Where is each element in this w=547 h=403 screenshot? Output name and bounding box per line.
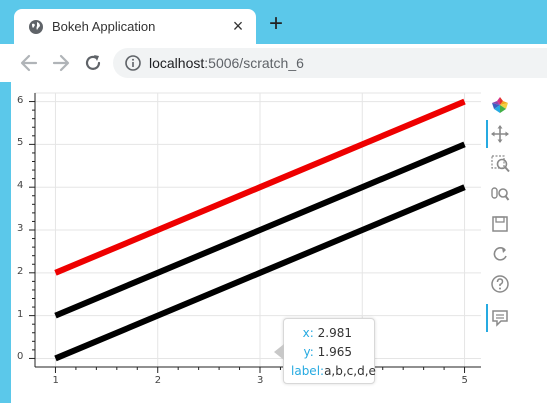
y-tick-label: 0: [17, 351, 24, 363]
box-zoom-icon[interactable]: [490, 154, 510, 174]
y-tick-label: 4: [17, 180, 24, 192]
bokeh-plot[interactable]: 123450123456: [11, 82, 547, 403]
globe-icon: [29, 20, 43, 34]
y-tick-label: 5: [17, 137, 24, 149]
x-tick-label: 5: [461, 375, 468, 386]
y-tick-label: 1: [17, 308, 24, 320]
pan-icon[interactable]: [490, 124, 510, 144]
y-tick-label: 3: [17, 223, 24, 234]
tooltip-key: y:: [303, 345, 314, 359]
tooltip-row-y: y: 1.965: [304, 345, 352, 359]
tooltip-key: x:: [302, 326, 314, 340]
window-edge: [0, 82, 11, 403]
wheel-zoom-icon[interactable]: [490, 184, 510, 204]
browser-tab-strip: Bokeh Application × +: [0, 0, 547, 44]
browser-toolbar: localhost:5006/scratch_6: [0, 44, 547, 82]
info-icon[interactable]: [125, 55, 141, 71]
tooltip-value: a,b,c,d,e: [324, 364, 376, 378]
tab-title: Bokeh Application: [52, 19, 156, 34]
url-text: localhost:5006/scratch_6: [149, 55, 304, 71]
hover-tooltip: x: 2.981 y: 1.965 label:a,b,c,d,e: [274, 318, 376, 384]
back-arrow-icon[interactable]: [18, 52, 40, 74]
browser-tab[interactable]: Bokeh Application ×: [14, 9, 256, 44]
y-tick-label: 6: [17, 94, 24, 106]
hover-icon[interactable]: [490, 308, 510, 328]
help-icon[interactable]: [490, 274, 510, 294]
x-tick-label: 1: [52, 375, 59, 386]
active-tool-indicator: [486, 120, 488, 148]
url-host: localhost: [149, 55, 205, 71]
tooltip-value: 2.981: [317, 326, 352, 340]
close-tab-icon[interactable]: ×: [228, 16, 248, 36]
url-path: :5006/scratch_6: [204, 55, 304, 71]
bokeh-logo-icon[interactable]: [490, 95, 510, 115]
new-tab-button[interactable]: +: [264, 12, 288, 36]
forward-arrow-icon[interactable]: [50, 52, 72, 74]
save-icon[interactable]: [490, 214, 510, 234]
address-bar[interactable]: localhost:5006/scratch_6: [113, 48, 547, 78]
y-tick-label: 2: [17, 265, 24, 277]
active-inspect-indicator: [486, 304, 488, 332]
reset-icon[interactable]: [490, 244, 510, 264]
tooltip-key: label:: [291, 364, 325, 378]
line-chart[interactable]: [11, 82, 481, 403]
x-tick-label: 3: [257, 375, 264, 386]
tooltip-row-label: label:a,b,c,d,e: [291, 364, 376, 378]
reload-icon[interactable]: [82, 52, 104, 74]
x-tick-label: 2: [154, 375, 162, 386]
tooltip-row-x: x: 2.981: [303, 326, 352, 340]
tooltip-value: 1.965: [317, 345, 352, 359]
tooltip-arrow: [274, 344, 284, 360]
